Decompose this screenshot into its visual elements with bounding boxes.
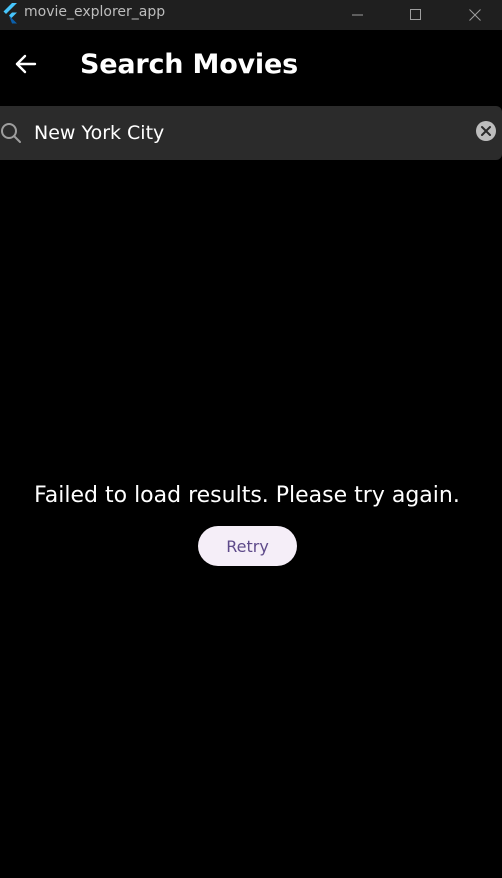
maximize-icon (410, 9, 421, 20)
arrow-left-icon (15, 54, 37, 74)
page-title: Search Movies (80, 49, 298, 80)
app-window: movie_explorer_app Search Movies New Yor… (0, 0, 502, 878)
flutter-logo-icon (3, 3, 17, 24)
search-icon (1, 123, 21, 143)
window-title: movie_explorer_app (24, 4, 166, 20)
clear-circle-icon[interactable] (475, 120, 497, 142)
minimize-icon (352, 14, 363, 16)
app-bar: Search Movies (0, 30, 502, 102)
close-window-button[interactable] (446, 0, 502, 30)
back-button[interactable] (6, 44, 46, 84)
error-message: Failed to load results. Please try again… (34, 483, 460, 508)
minimize-button[interactable] (329, 0, 387, 30)
retry-button[interactable]: Retry (198, 526, 297, 566)
close-icon (469, 9, 481, 21)
search-input[interactable] (34, 116, 464, 150)
maximize-button[interactable] (387, 0, 445, 30)
window-titlebar: movie_explorer_app (0, 0, 502, 30)
search-bar (0, 106, 502, 160)
